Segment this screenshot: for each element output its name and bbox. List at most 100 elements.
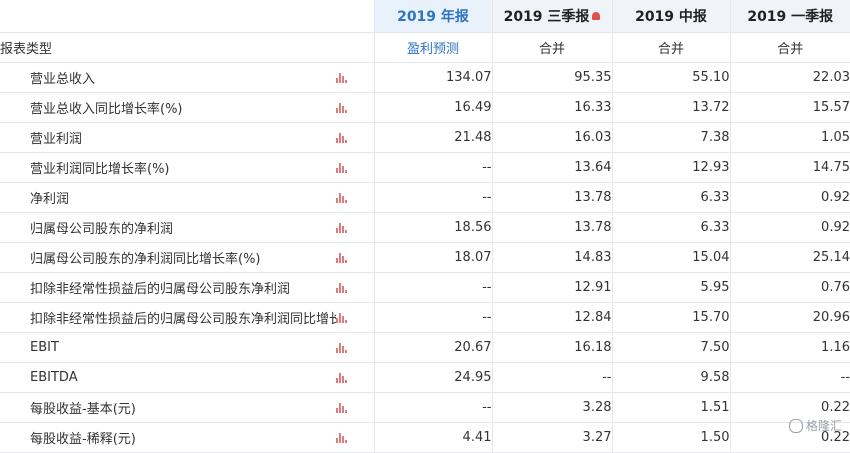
value-2019-interim: 1.50 [611,422,730,453]
metric-label: 每股收益-稀释(元) [0,422,336,453]
period-header-row: 2019 年报 2019 三季报 2019 中报 2019 一季报 [0,0,850,33]
header-2019-q1[interactable]: 2019 一季报 [729,0,850,33]
value-2019-annual: 20.67 [373,332,492,363]
value-2019-q3: 3.27 [491,422,612,453]
table-row: EBITDA 24.95 -- 9.58 -- [0,362,850,393]
chart-button[interactable] [336,62,374,93]
bell-icon [592,12,601,20]
metric-label: 营业总收入 [0,62,336,93]
header-2019-q3[interactable]: 2019 三季报 [491,0,612,33]
header-2019-annual[interactable]: 2019 年报 [373,0,492,33]
profit-forecast-link[interactable]: 盈利预测 [373,32,492,63]
chart-button[interactable] [336,302,374,333]
table-row: 净利润 -- 13.78 6.33 0.92 [0,182,850,213]
bar-chart-icon [336,342,347,353]
report-type-q1: 合并 [729,32,850,63]
bar-chart-icon [336,252,347,263]
chart-button[interactable] [336,272,374,303]
value-2019-q1: 15.57 [729,92,850,123]
table-row: 扣除非经常性损益后的归属母公司股东净利润同比增长率 -- 12.84 15.70 20.… [0,302,850,333]
value-2019-q3: 14.83 [491,242,612,273]
value-2019-annual: 16.49 [373,92,492,123]
value-2019-annual: -- [373,182,492,213]
metric-label: 扣除非经常性损益后的归属母公司股东净利润 [0,272,336,303]
value-2019-annual: 18.07 [373,242,492,273]
metric-label: EBIT [0,332,336,363]
chart-button[interactable] [336,362,374,393]
value-2019-q3: 95.35 [491,62,612,93]
value-2019-annual: -- [373,152,492,183]
value-2019-interim: 15.70 [611,302,730,333]
chart-button[interactable] [336,422,374,453]
report-type-row: 报表类型 盈利预测 合并 合并 合并 [0,32,850,63]
chart-button[interactable] [336,392,374,423]
table-row: EBIT 20.67 16.18 7.50 1.16 [0,332,850,363]
value-2019-q3: 3.28 [491,392,612,423]
watermark-text: 格隆汇 [805,419,842,433]
chart-button[interactable] [336,212,374,243]
value-2019-annual: -- [373,302,492,333]
value-2019-q1: 1.16 [729,332,850,363]
chart-button[interactable] [336,332,374,363]
header-2019-interim[interactable]: 2019 中报 [611,0,730,33]
bar-chart-icon [336,402,347,413]
financial-table: 2019 年报 2019 三季报 2019 中报 2019 一季报 报表类型 盈… [0,0,850,453]
value-2019-interim: 5.95 [611,272,730,303]
value-2019-interim: 9.58 [611,362,730,393]
value-2019-q1: -- [729,362,850,393]
value-2019-annual: 4.41 [373,422,492,453]
table-row: 每股收益-稀释(元) 4.41 3.27 1.50 0.22 [0,422,850,453]
value-2019-annual: 134.07 [373,62,492,93]
value-2019-q1: 25.14 [729,242,850,273]
value-2019-interim: 7.50 [611,332,730,363]
value-2019-interim: 7.38 [611,122,730,153]
bar-chart-icon [336,102,347,113]
table-row: 营业利润 21.48 16.03 7.38 1.05 [0,122,850,153]
value-2019-q3: 16.03 [491,122,612,153]
value-2019-interim: 13.72 [611,92,730,123]
value-2019-interim: 12.93 [611,152,730,183]
metric-label: 营业利润 [0,122,336,153]
chart-button[interactable] [336,92,374,123]
value-2019-interim: 15.04 [611,242,730,273]
table-row: 归属母公司股东的净利润同比增长率(%) 18.07 14.83 15.04 25.14 [0,242,850,273]
value-2019-interim: 55.10 [611,62,730,93]
chart-button[interactable] [336,122,374,153]
value-2019-annual: -- [373,272,492,303]
value-2019-q1: 20.96 [729,302,850,333]
value-2019-q3: 16.33 [491,92,612,123]
value-2019-interim: 1.51 [611,392,730,423]
chart-button[interactable] [336,242,374,273]
bar-chart-icon [336,282,347,293]
chart-button[interactable] [336,152,374,183]
bar-chart-icon [336,372,347,383]
table-row: 每股收益-基本(元) -- 3.28 1.51 0.22 [0,392,850,423]
table-row: 营业总收入同比增长率(%) 16.49 16.33 13.72 15.57 [0,92,850,123]
metric-label: 净利润 [0,182,336,213]
chart-button[interactable] [336,182,374,213]
metric-label: EBITDA [0,362,336,393]
value-2019-interim: 6.33 [611,182,730,213]
value-2019-q1: 0.92 [729,182,850,213]
bar-chart-icon [336,132,347,143]
value-2019-q3: 13.64 [491,152,612,183]
metric-label: 扣除非经常性损益后的归属母公司股东净利润同比增长率 [0,302,336,333]
bar-chart-icon [336,312,347,323]
table-row: 营业总收入 134.07 95.35 55.10 22.03 [0,62,850,93]
table-row: 营业利润同比增长率(%) -- 13.64 12.93 14.75 [0,152,850,183]
report-type-q3: 合并 [491,32,612,63]
watermark: 格隆汇 [788,417,842,434]
value-2019-q1: 0.76 [729,272,850,303]
metric-label: 归属母公司股东的净利润同比增长率(%) [0,242,336,273]
table-row: 扣除非经常性损益后的归属母公司股东净利润 -- 12.91 5.95 0.76 [0,272,850,303]
metric-label: 每股收益-基本(元) [0,392,336,423]
value-2019-q3: -- [491,362,612,393]
value-2019-annual: 18.56 [373,212,492,243]
value-2019-q3: 16.18 [491,332,612,363]
value-2019-q1: 22.03 [729,62,850,93]
metric-label: 归属母公司股东的净利润 [0,212,336,243]
bar-chart-icon [336,192,347,203]
value-2019-annual: -- [373,392,492,423]
report-type-h1: 合并 [611,32,730,63]
metric-label: 营业总收入同比增长率(%) [0,92,336,123]
